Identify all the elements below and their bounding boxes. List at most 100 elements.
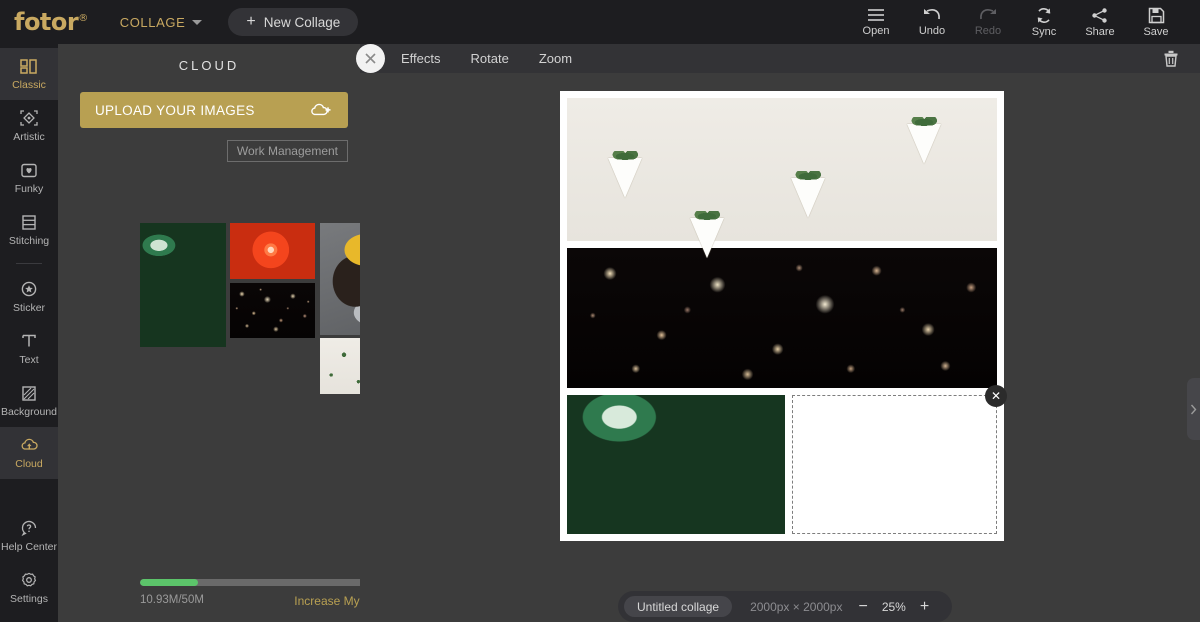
work-management-label: Work Management <box>236 144 338 158</box>
top-bar: fotor® COLLAGE + New Collage Open Undo R… <box>0 0 1200 44</box>
undo-button[interactable]: Undo <box>904 7 960 37</box>
open-label: Open <box>862 25 890 37</box>
save-label: Save <box>1143 25 1169 38</box>
trash-delete-icon <box>1164 50 1178 67</box>
close-x-icon <box>365 53 376 64</box>
upload-your-images-button[interactable]: UPLOAD YOUR IMAGES <box>80 92 348 128</box>
floppy-disk-icon <box>1148 7 1164 23</box>
sidebar-label-funky: Funky <box>14 182 44 195</box>
sidebar-item-classic[interactable]: Classic <box>0 48 58 100</box>
cloud-panel: CLOUD UPLOAD YOUR IMAGES Work Management… <box>58 44 405 622</box>
grid-blocks-icon <box>20 58 37 74</box>
bottom-status-bar: Untitled collage 2000px × 2000px − 25% + <box>618 591 952 622</box>
sidebar-item-artistic[interactable]: Artistic <box>0 100 58 152</box>
sidebar-label-cloud: Cloud <box>15 458 43 470</box>
save-button[interactable]: Save <box>1128 7 1184 38</box>
redo-button: Redo <box>960 7 1016 37</box>
sidebar-label-classic: Classic <box>12 78 46 91</box>
sidebar-label-text: Text <box>19 354 39 366</box>
canvas-area: ✕ <box>360 73 1200 622</box>
share-nodes-icon <box>1092 7 1107 23</box>
sidebar-item-text[interactable]: Text <box>0 323 58 375</box>
text-t-icon <box>22 334 36 347</box>
hamburger-menu-icon <box>868 9 884 21</box>
cloud-thumbnail-grid <box>140 223 400 398</box>
fotor-logo[interactable]: fotor® <box>14 10 88 34</box>
canvas-dimensions-label: 2000px × 2000px <box>750 599 843 614</box>
sidebar-item-cloud[interactable]: Cloud <box>0 427 58 479</box>
collage-mode-label: COLLAGE <box>119 14 186 30</box>
upload-label: UPLOAD YOUR IMAGES <box>95 102 255 118</box>
green-leaves-thumbnail[interactable] <box>140 223 226 347</box>
work-management-button[interactable]: Work Management <box>226 140 348 162</box>
sidebar-divider <box>16 263 42 264</box>
plus-icon: + <box>246 13 256 30</box>
sidebar-item-sticker[interactable]: Sticker <box>0 271 58 323</box>
sync-label: Sync <box>1031 25 1057 38</box>
sidebar-bottom-group: Help Center Settings <box>0 510 58 614</box>
sidebar-label-sticker: Sticker <box>12 302 46 314</box>
collage-cell-hanging-planters[interactable] <box>567 98 997 241</box>
fotor-collage-app: fotor® COLLAGE + New Collage Open Undo R… <box>0 0 1200 622</box>
star-circle-icon <box>21 281 37 297</box>
sidebar-label-help-center: Help Center <box>0 541 58 553</box>
left-sidebar: Classic Artistic Funky Stitching Sticker… <box>0 44 58 622</box>
share-button[interactable]: Share <box>1072 7 1128 38</box>
sidebar-label-settings: Settings <box>10 593 48 605</box>
zoom-out-button[interactable]: − <box>858 598 867 615</box>
question-circle-icon <box>21 520 37 537</box>
panel-title: CLOUD <box>178 58 240 73</box>
redo-label: Redo <box>974 25 1002 37</box>
chevron-right-icon <box>1190 404 1197 414</box>
effects-button[interactable]: Effects <box>401 51 441 66</box>
right-panel-toggle[interactable] <box>1187 378 1200 440</box>
collage-cell-empty-dropzone[interactable]: ✕ <box>792 385 1007 535</box>
delete-button[interactable] <box>1162 49 1180 73</box>
collage-name-field[interactable]: Untitled collage <box>624 596 733 617</box>
top-actions: Open Undo Redo Sync Share Save <box>848 0 1184 44</box>
zoom-in-button[interactable]: + <box>920 598 929 615</box>
new-collage-button[interactable]: + New Collage <box>228 8 359 36</box>
cloud-upload-icon <box>21 438 38 450</box>
open-button[interactable]: Open <box>848 7 904 37</box>
remove-cell-x-icon[interactable]: ✕ <box>985 385 1007 408</box>
sidebar-item-settings[interactable]: Settings <box>0 562 58 614</box>
undo-arrow-icon <box>924 9 940 20</box>
collage-mode-menu[interactable]: COLLAGE <box>120 15 203 30</box>
rotate-button[interactable]: Rotate <box>471 51 509 66</box>
gear-icon <box>21 572 37 587</box>
collage-cell-green-leaves[interactable] <box>567 395 785 535</box>
heart-square-icon <box>21 163 37 177</box>
sidebar-item-help-center[interactable]: Help Center <box>0 510 58 562</box>
sync-button[interactable]: Sync <box>1016 7 1072 38</box>
collage-name-label: Untitled collage <box>637 599 720 614</box>
sidebar-item-stitching[interactable]: Stitching <box>0 204 58 256</box>
collage-cell-bokeh-lights[interactable] <box>567 247 997 389</box>
sync-refresh-icon <box>1037 7 1051 23</box>
undo-label: Undo <box>918 25 946 37</box>
close-panel-button[interactable] <box>356 44 385 73</box>
storage-bar-fill <box>140 579 199 586</box>
registered-mark: ® <box>78 13 88 24</box>
sidebar-label-background: Background <box>0 405 58 418</box>
share-label: Share <box>1085 25 1115 38</box>
sidebar-item-funky[interactable]: Funky <box>0 152 58 204</box>
bokeh-lights-thumbnail[interactable] <box>230 283 315 338</box>
canvas-toolbar: Effects Rotate Zoom <box>360 44 1200 73</box>
cloud-plus-icon <box>311 103 331 116</box>
sidebar-item-background[interactable]: Background <box>0 375 58 427</box>
sidebar-label-artistic: Artistic <box>13 131 45 143</box>
new-collage-label: New Collage <box>263 14 341 30</box>
sidebar-label-stitching: Stitching <box>8 234 50 247</box>
diamond-frame-icon <box>20 110 38 126</box>
hatch-square-icon <box>22 385 36 401</box>
zoom-level-label: 25% <box>881 599 906 614</box>
storage-used-label: 10.93M/50M <box>140 594 204 606</box>
logo-text: fotor <box>14 8 79 36</box>
chevron-down-icon <box>192 19 203 25</box>
orange-slices-thumbnail[interactable] <box>230 223 315 279</box>
collage-bottom-row: ✕ <box>567 385 1007 535</box>
zoom-button[interactable]: Zoom <box>539 51 572 66</box>
rows-stack-icon <box>22 214 36 230</box>
redo-arrow-icon <box>980 9 996 20</box>
